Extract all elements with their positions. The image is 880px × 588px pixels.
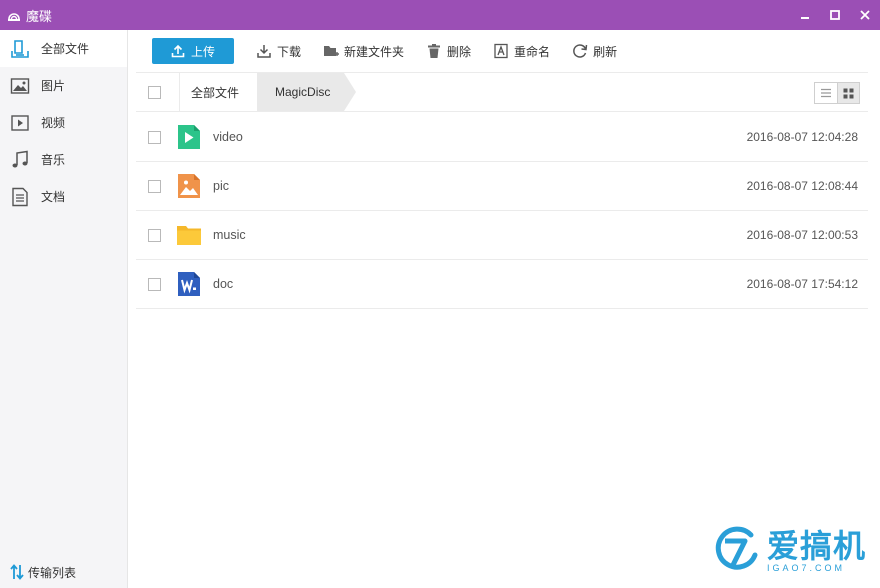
file-name: video <box>213 130 243 144</box>
disc-icon <box>6 7 22 23</box>
file-date: 2016-08-07 17:54:12 <box>746 277 858 291</box>
file-name: music <box>213 228 246 242</box>
breadcrumb-current-label: MagicDisc <box>275 85 331 99</box>
word-doc-icon <box>177 272 201 296</box>
upload-label: 上传 <box>190 44 215 59</box>
folder-icon <box>177 223 201 247</box>
watermark-logo-icon <box>711 525 761 578</box>
select-all-checkbox[interactable] <box>148 85 161 99</box>
list-item[interactable]: video 2016-08-07 12:04:28 <box>136 113 868 162</box>
sidebar-item-label: 全部文件 <box>41 42 90 56</box>
trash-icon <box>426 43 442 59</box>
watermark-subtext: IGAO7.COM <box>766 563 845 573</box>
watermark-text: 爱搞机 <box>766 528 866 564</box>
file-name: doc <box>213 277 234 291</box>
file-date: 2016-08-07 12:08:44 <box>746 179 858 193</box>
upload-icon <box>171 44 185 58</box>
breadcrumb: 全部文件 MagicDisc <box>179 73 357 111</box>
file-date: 2016-08-07 12:00:53 <box>746 228 858 242</box>
file-date: 2016-08-07 12:04:28 <box>746 130 858 144</box>
breadcrumb-item-current[interactable]: MagicDisc <box>257 73 345 111</box>
watermark: 爱搞机 IGAO7.COM <box>711 525 866 578</box>
new-folder-button[interactable]: 新建文件夹 <box>323 43 404 60</box>
breadcrumb-root-label: 全部文件 <box>191 85 240 100</box>
list-view-icon[interactable] <box>815 83 837 103</box>
rename-button[interactable]: 重命名 <box>493 43 550 60</box>
sidebar-item-label: 文档 <box>41 190 66 204</box>
path-bar: 全部文件 MagicDisc <box>136 72 868 112</box>
view-mode-toggle <box>814 82 860 104</box>
file-name: pic <box>213 179 229 193</box>
list-item[interactable]: doc 2016-08-07 17:54:12 <box>136 260 868 309</box>
list-item[interactable]: pic 2016-08-07 12:08:44 <box>136 162 868 211</box>
video-icon <box>10 113 30 133</box>
download-button[interactable]: 下载 <box>256 43 301 60</box>
sidebar-item-all-files[interactable]: 全部文件 <box>0 30 127 67</box>
transfer-icon <box>10 564 24 580</box>
picture-file-icon <box>177 174 201 198</box>
sidebar-item-music[interactable]: 音乐 <box>0 141 127 178</box>
row-checkbox[interactable] <box>148 277 161 291</box>
rename-icon <box>493 43 509 59</box>
window-title: 魔碟 <box>26 8 53 24</box>
new-folder-label: 新建文件夹 <box>344 44 405 59</box>
delete-label: 删除 <box>447 44 472 59</box>
transfer-list-button[interactable]: 传输列表 <box>0 556 127 588</box>
minimize-icon[interactable] <box>790 0 820 30</box>
new-folder-icon <box>323 43 340 59</box>
row-checkbox[interactable] <box>148 179 161 193</box>
sidebar: 全部文件 图片 视频 音乐 文档 传输列表 <box>0 30 128 588</box>
sidebar-item-label: 音乐 <box>41 153 66 167</box>
title-bar: 魔碟 <box>0 0 880 30</box>
upload-button[interactable]: 上传 <box>152 38 234 64</box>
list-item[interactable]: music 2016-08-07 12:00:53 <box>136 211 868 260</box>
music-icon <box>10 150 30 170</box>
image-icon <box>10 76 30 96</box>
close-icon[interactable] <box>850 0 880 30</box>
refresh-button[interactable]: 刷新 <box>572 43 617 60</box>
refresh-icon <box>572 43 588 59</box>
delete-button[interactable]: 删除 <box>426 43 471 60</box>
all-files-icon <box>10 39 30 59</box>
sidebar-item-label: 图片 <box>41 79 66 93</box>
document-icon <box>10 187 30 207</box>
video-file-icon <box>177 125 201 149</box>
breadcrumb-end-arrow <box>344 73 357 111</box>
toolbar: 上传 下载 新建文件夹 删除 重命名 刷新 <box>128 30 880 72</box>
row-checkbox[interactable] <box>148 130 161 144</box>
rename-label: 重命名 <box>514 44 551 59</box>
file-list: video 2016-08-07 12:04:28 pic 2016-08-07… <box>136 113 868 309</box>
refresh-label: 刷新 <box>593 44 618 59</box>
download-label: 下载 <box>277 44 302 59</box>
sidebar-item-documents[interactable]: 文档 <box>0 178 127 215</box>
sidebar-item-images[interactable]: 图片 <box>0 67 127 104</box>
sidebar-item-label: 视频 <box>41 116 66 130</box>
breadcrumb-item-root[interactable]: 全部文件 <box>180 73 258 111</box>
grid-view-icon[interactable] <box>837 83 859 103</box>
download-icon <box>256 43 272 59</box>
row-checkbox[interactable] <box>148 228 161 242</box>
window-controls <box>790 0 880 30</box>
sidebar-item-videos[interactable]: 视频 <box>0 104 127 141</box>
maximize-icon[interactable] <box>820 0 850 30</box>
transfer-list-label: 传输列表 <box>28 565 77 580</box>
